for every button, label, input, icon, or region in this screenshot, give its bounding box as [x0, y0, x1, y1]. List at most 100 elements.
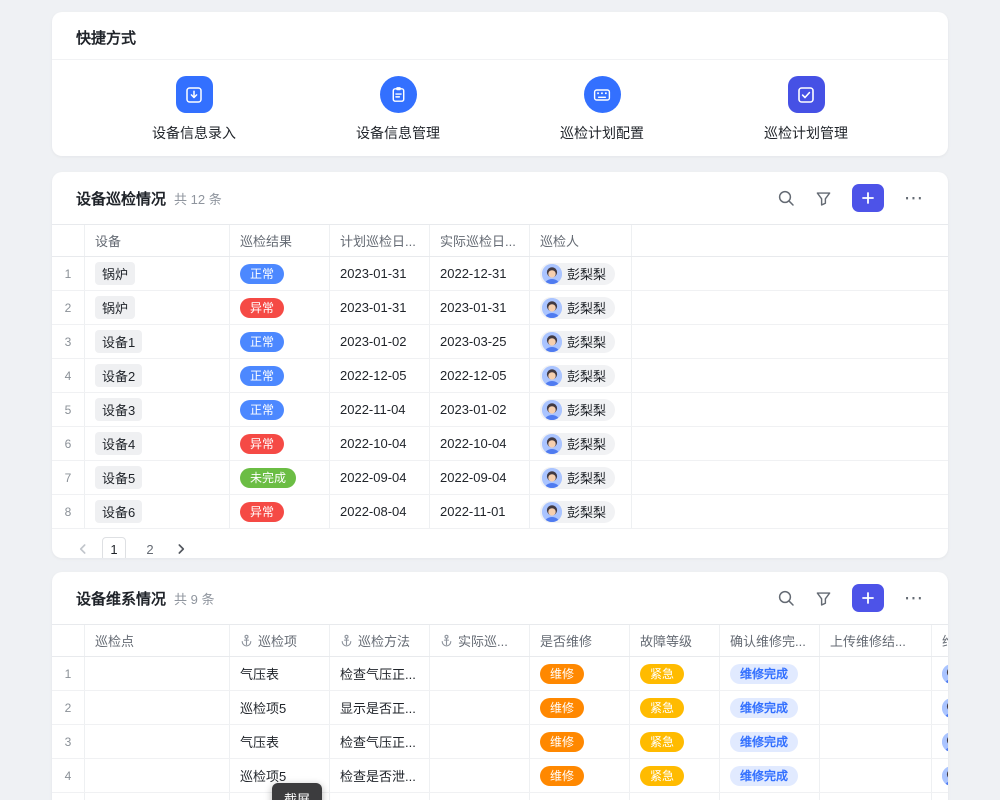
screenshot-tooltip[interactable]: 截屏: [272, 783, 322, 800]
dashboard-page: 快捷方式 设备信息录入 设备信息管理: [0, 0, 1000, 800]
row-number: 6: [52, 427, 85, 460]
planned-date: 2023-01-31: [330, 291, 430, 324]
add-record-button[interactable]: [852, 584, 884, 612]
inspector-cell: 彭梨梨: [530, 427, 632, 460]
table-row[interactable]: 3 设备1 正常 2023-01-02 2023-03-25 彭梨梨: [52, 325, 948, 359]
avatar: [542, 264, 562, 284]
table-row[interactable]: 2 巡检项5 显示是否正... 维修 紧急 维修完成: [52, 691, 948, 725]
actual-date: 2022-09-04: [430, 461, 530, 494]
table-row[interactable]: 8 设备6 异常 2022-08-04 2022-11-01 彭梨梨: [52, 495, 948, 529]
filter-icon[interactable]: [815, 590, 832, 607]
table-row[interactable]: 5 设备3 正常 2022-11-04 2023-01-02 彭梨梨: [52, 393, 948, 427]
column-header-result[interactable]: 巡检结果: [230, 225, 330, 256]
column-header-item[interactable]: 巡检项: [230, 625, 330, 656]
device-chip: 设备3: [95, 398, 142, 421]
table-row[interactable]: 5 巡检项5 显示是否正... 维修 紧急 维修完成: [52, 793, 948, 800]
inspector-cell: 彭梨梨: [530, 257, 632, 290]
filter-icon[interactable]: [815, 190, 832, 207]
table-row[interactable]: 7 设备5 未完成 2022-09-04 2022-09-04 彭梨梨: [52, 461, 948, 495]
upload-cell: [820, 657, 932, 690]
shortcut-plan-config[interactable]: 巡检计划配置: [500, 76, 704, 143]
table-row[interactable]: 6 设备4 异常 2022-10-04 2022-10-04 彭梨梨: [52, 427, 948, 461]
result-cell: 正常: [230, 257, 330, 290]
plan-config-icon: [584, 76, 621, 113]
inspector-name: 彭梨梨: [567, 468, 606, 487]
column-header-upload[interactable]: 上传维修结...: [820, 625, 932, 656]
upload-cell: [820, 793, 932, 800]
upload-cell: [820, 759, 932, 792]
column-header-actual[interactable]: 实际巡...: [430, 625, 530, 656]
inspection-table-header: 设备 巡检结果 计划巡检日... 实际巡检日... 巡检人: [52, 224, 948, 257]
last-cell: [932, 691, 948, 724]
row-filler: [632, 359, 948, 392]
table-row[interactable]: 3 气压表 检查气压正... 维修 紧急 维修完成: [52, 725, 948, 759]
column-header-repair[interactable]: 是否维修: [530, 625, 630, 656]
more-menu-icon[interactable]: ⋯: [904, 189, 924, 208]
more-menu-icon[interactable]: ⋯: [904, 589, 924, 608]
device-chip: 设备4: [95, 432, 142, 455]
row-number: 4: [52, 359, 85, 392]
device-cell: 设备5: [85, 461, 230, 494]
table-row[interactable]: 1 锅炉 正常 2023-01-31 2022-12-31 彭梨梨: [52, 257, 948, 291]
person-chip: 彭梨梨: [540, 467, 615, 489]
actual-date: 2022-10-04: [430, 427, 530, 460]
add-record-button[interactable]: [852, 184, 884, 212]
planned-date: 2022-11-04: [330, 393, 430, 426]
maintenance-card-header: 设备维系情况 共 9 条 ⋯: [52, 572, 948, 624]
actual-cell: [430, 725, 530, 758]
row-number: 3: [52, 325, 85, 358]
column-header-planned[interactable]: 计划巡检日...: [330, 225, 430, 256]
row-number: 2: [52, 291, 85, 324]
actual-date: 2023-03-25: [430, 325, 530, 358]
planned-date: 2023-01-02: [330, 325, 430, 358]
shortcut-label: 巡检计划管理: [764, 123, 848, 143]
prev-page-icon[interactable]: [76, 542, 90, 556]
column-header-confirm[interactable]: 确认维修完...: [720, 625, 820, 656]
person-chip: 彭梨梨: [540, 297, 615, 319]
shortcut-device-entry[interactable]: 设备信息录入: [92, 76, 296, 143]
repair-cell: 维修: [530, 759, 630, 792]
next-page-icon[interactable]: [174, 542, 188, 556]
confirm-badge: 维修完成: [730, 766, 798, 786]
page-button-2[interactable]: 2: [138, 537, 162, 558]
avatar: [542, 400, 562, 420]
plan-manage-icon: [788, 76, 825, 113]
repair-badge: 维修: [540, 732, 584, 752]
column-header-inspector[interactable]: 巡检人: [530, 225, 632, 256]
column-header-point[interactable]: 巡检点: [85, 625, 230, 656]
actual-cell: [430, 759, 530, 792]
actual-date: 2022-12-31: [430, 257, 530, 290]
column-header-actual[interactable]: 实际巡检日...: [430, 225, 530, 256]
table-row[interactable]: 4 设备2 正常 2022-12-05 2022-12-05 彭梨梨: [52, 359, 948, 393]
column-header-device[interactable]: 设备: [85, 225, 230, 256]
row-filler: [632, 257, 948, 290]
search-icon[interactable]: [777, 189, 795, 207]
device-chip: 设备6: [95, 500, 142, 523]
actual-cell: [430, 691, 530, 724]
device-manage-icon: [380, 76, 417, 113]
person-chip: 彭梨梨: [540, 433, 615, 455]
inspection-title: 设备巡检情况: [76, 188, 166, 209]
column-header-level[interactable]: 故障等级: [630, 625, 720, 656]
shortcut-device-manage[interactable]: 设备信息管理: [296, 76, 500, 143]
person-chip: 彭梨梨: [540, 399, 615, 421]
search-icon[interactable]: [777, 589, 795, 607]
page-button-1[interactable]: 1: [102, 537, 126, 558]
device-cell: 设备3: [85, 393, 230, 426]
table-row[interactable]: 2 锅炉 异常 2023-01-31 2023-01-31 彭梨梨: [52, 291, 948, 325]
inspector-name: 彭梨梨: [567, 298, 606, 317]
row-filler: [632, 325, 948, 358]
confirm-badge: 维修完成: [730, 698, 798, 718]
table-row[interactable]: 4 巡检项5 检查是否泄... 维修 紧急 维修完成: [52, 759, 948, 793]
confirm-badge: 维修完成: [730, 732, 798, 752]
planned-date: 2022-09-04: [330, 461, 430, 494]
column-header-method[interactable]: 巡检方法: [330, 625, 430, 656]
table-row[interactable]: 1 气压表 检查气压正... 维修 紧急 维修完成: [52, 657, 948, 691]
item-cell: 气压表: [230, 657, 330, 690]
row-number-header: [52, 625, 85, 656]
column-header-last[interactable]: 维...: [932, 625, 948, 656]
result-badge: 异常: [240, 298, 284, 318]
shortcut-plan-manage[interactable]: 巡检计划管理: [704, 76, 908, 143]
row-number-header: [52, 225, 85, 256]
row-number: 5: [52, 393, 85, 426]
